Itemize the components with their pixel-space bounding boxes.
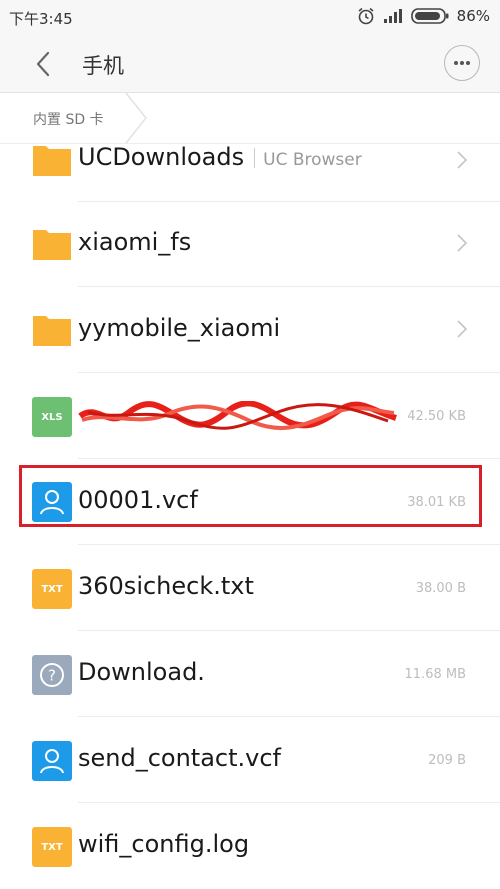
txt-icon-label: TXT — [32, 569, 72, 609]
list-item-00001-vcf[interactable]: 00001.vcf 38.01 KB — [0, 459, 500, 545]
breadcrumb-item-sd-card[interactable]: 内置 SD 卡 — [33, 109, 104, 129]
folder-icon — [33, 230, 71, 260]
file-name: 360sicheck.txt — [78, 572, 254, 600]
battery-percent: 86% — [456, 7, 490, 25]
folder-icon — [33, 316, 71, 346]
more-icon-dot — [466, 61, 470, 65]
breadcrumb: 内置 SD 卡 — [0, 93, 500, 144]
xls-file-icon: XLS — [32, 397, 72, 437]
status-bar: 下午3:45 86% — [0, 0, 500, 36]
battery-icon — [410, 8, 449, 24]
file-name-row: UCDownloads UC Browser — [78, 144, 362, 171]
file-size: 11.68 MB — [404, 667, 466, 682]
contact-icon — [32, 741, 72, 781]
list-item-download[interactable]: ? Download. 11.68 MB — [0, 631, 500, 717]
txt-icon-label: TXT — [32, 827, 72, 867]
list-item-xls-file[interactable]: XLS 42.50 KB — [0, 373, 500, 459]
signal-icon — [383, 9, 402, 23]
file-name: UCDownloads — [78, 144, 245, 171]
list-item-360sicheck-txt[interactable]: TXT 360sicheck.txt 38.00 B — [0, 545, 500, 631]
xls-icon-label: XLS — [32, 397, 72, 437]
list-item-wifi-config-log[interactable]: TXT wifi_config.log — [0, 803, 500, 889]
list-item-yymobile-xiaomi[interactable]: yymobile_xiaomi — [0, 287, 500, 373]
contact-icon — [32, 482, 72, 522]
file-size: 209 B — [428, 753, 466, 768]
chevron-left-icon — [36, 51, 50, 77]
file-name: yymobile_xiaomi — [78, 314, 281, 342]
folder-icon — [33, 146, 71, 176]
svg-text:?: ? — [48, 667, 56, 685]
file-name: Download. — [78, 658, 205, 686]
redacted-file-name — [78, 401, 397, 431]
chevron-right-icon — [457, 151, 468, 169]
breadcrumb-arrow-icon — [125, 93, 147, 143]
file-size: 38.01 KB — [407, 495, 466, 510]
header: 手机 — [0, 36, 500, 92]
separator — [254, 148, 256, 168]
file-size: 42.50 KB — [407, 409, 466, 424]
txt-file-icon: TXT — [32, 827, 72, 867]
alarm-icon — [358, 7, 374, 25]
more-icon-dot — [460, 61, 464, 65]
status-time: 下午3:45 — [9, 10, 73, 28]
unknown-file-icon: ? — [32, 655, 72, 695]
page-title: 手机 — [82, 54, 124, 78]
file-list: UCDownloads UC Browser xiaomi_fs yymobile… — [0, 144, 500, 889]
back-button[interactable] — [26, 46, 62, 82]
chevron-right-icon — [457, 320, 468, 338]
file-subtitle: UC Browser — [263, 150, 362, 170]
status-icons: 86% — [357, 7, 490, 25]
file-size: 38.00 B — [415, 581, 466, 596]
list-item-xiaomi-fs[interactable]: xiaomi_fs — [0, 201, 500, 287]
file-name: wifi_config.log — [78, 830, 250, 858]
txt-file-icon: TXT — [32, 569, 72, 609]
more-icon — [454, 61, 458, 65]
file-name: send_contact.vcf — [78, 744, 282, 772]
more-button[interactable] — [444, 45, 480, 81]
chevron-right-icon — [457, 234, 468, 252]
file-name: 00001.vcf — [78, 486, 198, 514]
file-name: xiaomi_fs — [78, 228, 192, 256]
list-item-send-contact-vcf[interactable]: send_contact.vcf 209 B — [0, 717, 500, 803]
list-item-ucdownloads[interactable]: UCDownloads UC Browser — [0, 144, 500, 202]
